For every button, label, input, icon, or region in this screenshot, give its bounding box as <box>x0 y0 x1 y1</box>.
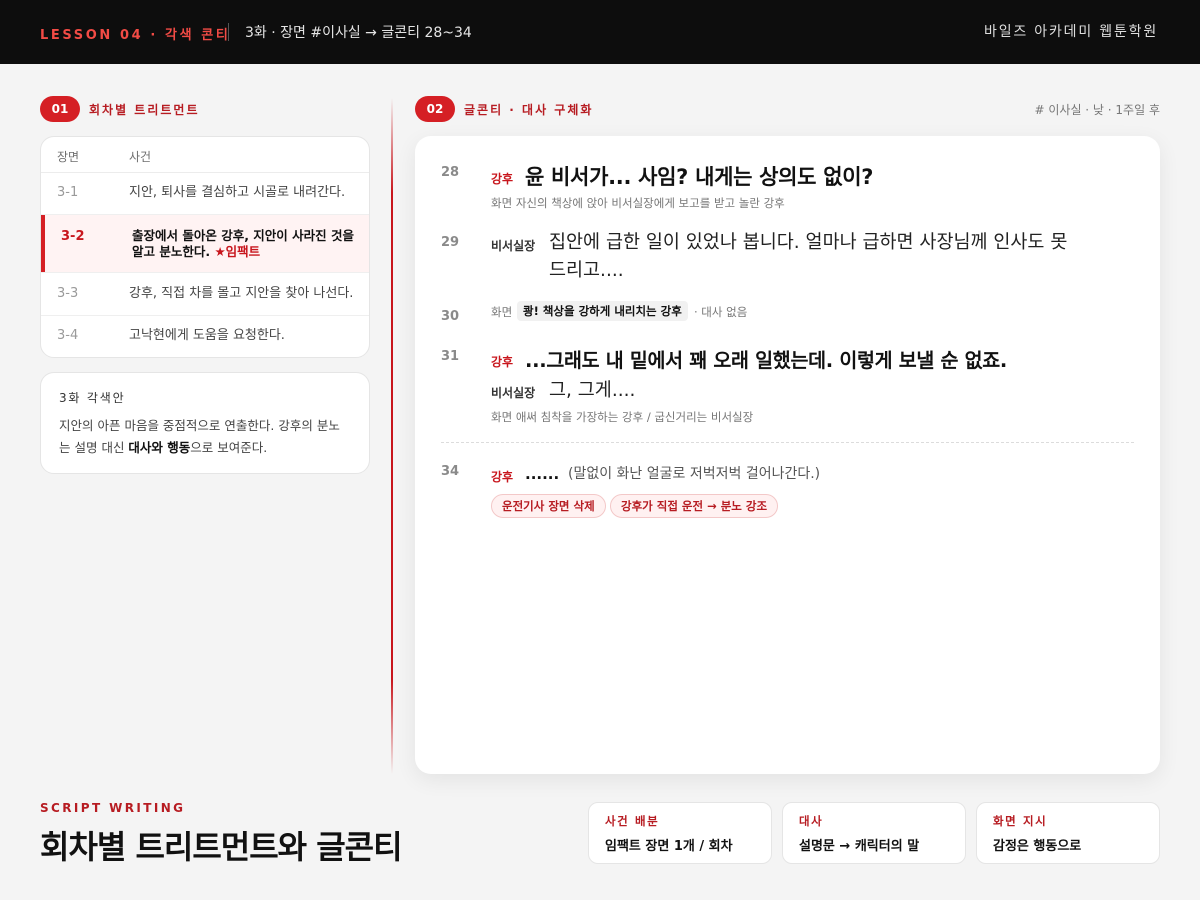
column-header-scene: 장면 <box>57 150 80 164</box>
lesson-label: LESSON 04 · 각색 콘티 <box>40 28 231 43</box>
speaker-label: 비서실장 <box>491 386 536 400</box>
summary-label: 화면 지시 <box>993 814 1048 828</box>
speaker-label: 강후 <box>491 470 514 484</box>
summary-card-dialogue: 대사 설명문 → 캐릭터의 말 <box>782 802 966 864</box>
footer-eyebrow: SCRIPT WRITING <box>40 801 186 815</box>
action-chip: 쾅! 책상을 강하게 내리치는 강후 <box>517 301 688 321</box>
note-emphasis: 대사와 행동 <box>128 440 191 455</box>
summary-label: 대사 <box>799 814 824 828</box>
screen-direction: 화면 자신의 책상에 앉아 비서실장에게 보고를 받고 놀란 강후 <box>491 196 785 210</box>
academy-name: 바일즈 아카데미 웹툰학원 <box>984 24 1158 40</box>
adaptation-note-card: 3화 각색안 지안의 아픈 마음을 중점적으로 연출한다. 강후의 분노는 설명… <box>40 372 370 474</box>
table-row-highlighted[interactable]: 3-2 출장에서 돌아온 강후, 지안이 사라진 것을 알고 분노한다. ★임팩… <box>41 215 369 273</box>
screen-label: 화면 <box>491 305 513 319</box>
silence-dots: ...... <box>525 465 560 483</box>
impact-star-badge: ★임팩트 <box>214 244 261 259</box>
scene-number: 3-1 <box>57 185 79 200</box>
section-title: 글콘티 · 대사 구체화 <box>464 102 594 117</box>
scene-number: 3-4 <box>57 328 79 343</box>
table-row[interactable]: 3-1 지안, 퇴사를 결심하고 시골로 내려간다. <box>41 173 369 215</box>
summary-card-events: 사건 배분 임팩트 장면 1개 / 회차 <box>588 802 772 864</box>
column-header-event: 사건 <box>129 150 152 164</box>
summary-value: 감정은 행동으로 <box>993 839 1082 854</box>
section-number-badge: 01 <box>40 96 80 122</box>
scene-description: 고낙현에게 도움을 요청한다. <box>129 328 285 343</box>
scene-description: 강후, 직접 차를 몰고 지안을 찾아 나선다. <box>129 286 354 301</box>
summary-value: 임팩트 장면 1개 / 회차 <box>605 839 733 854</box>
summary-label: 사건 배분 <box>605 814 660 828</box>
line-number: 28 <box>441 165 460 180</box>
summary-card-direction: 화면 지시 감정은 행동으로 <box>976 802 1160 864</box>
conti-section-header: 02 글콘티 · 대사 구체화 <box>415 96 593 122</box>
section-number-badge: 02 <box>415 96 455 122</box>
table-header: 장면 사건 <box>41 137 369 173</box>
table-row[interactable]: 3-3 강후, 직접 차를 몰고 지안을 찾아 나선다. <box>41 273 369 316</box>
screen-direction: 화면 애써 침착을 가장하는 강후 / 굽신거리는 비서실장 <box>491 410 754 424</box>
line-number: 31 <box>441 349 460 364</box>
scene-meta: # 이사실 · 낮 · 1주일 후 <box>1034 103 1161 117</box>
footer-title: 회차별 트리트먼트와 글콘티 <box>40 828 403 866</box>
scene-description: 출장에서 돌아온 강후, 지안이 사라진 것을 알고 분노한다. ★임팩트 <box>132 228 355 260</box>
speaker-label: 강후 <box>491 172 514 186</box>
dashed-separator <box>441 442 1134 443</box>
note-text-end: 으로 보여준다. <box>190 440 268 455</box>
line-number: 30 <box>441 309 460 324</box>
treatment-section-header: 01 회차별 트리트먼트 <box>40 96 200 122</box>
table-row[interactable]: 3-4 고낙현에게 도움을 요청한다. <box>41 316 369 357</box>
no-dialogue-note: · 대사 없음 <box>694 305 748 319</box>
summary-value: 설명문 → 캐릭터의 말 <box>799 839 920 854</box>
speaker-label: 비서실장 <box>491 239 536 253</box>
dialogue-line: 그, 그게.... <box>549 380 636 401</box>
section-title: 회차별 트리트먼트 <box>89 102 200 117</box>
dialogue-line: ...그래도 내 밑에서 꽤 오래 일했는데. 이렇게 보낼 순 없죠. <box>525 349 1008 372</box>
line-number: 29 <box>441 235 460 250</box>
dialogue-line: 집안에 급한 일이 있었나 봅니다. 얼마나 급하면 사장님께 인사도 못 드리… <box>549 232 1068 281</box>
breadcrumb: 3화 · 장면 #이사실 → 글콘티 28~34 <box>245 25 472 41</box>
dialogue-line: 윤 비서가... 사임? 내게는 상의도 없이? <box>525 165 874 189</box>
script-card: 28 강후 윤 비서가... 사임? 내게는 상의도 없이? 화면 자신의 책상… <box>415 136 1160 774</box>
speaker-label: 강후 <box>491 355 514 369</box>
action-direction: (말없이 화난 얼굴로 저벅저벅 걸어나간다.) <box>568 466 821 482</box>
treatment-table: 장면 사건 3-1 지안, 퇴사를 결심하고 시골로 내려간다. 3-2 출장에… <box>40 136 370 358</box>
line-number: 34 <box>441 464 460 479</box>
top-bar: LESSON 04 · 각색 콘티 3화 · 장면 #이사실 → 글콘티 28~… <box>0 0 1200 64</box>
column-divider <box>391 98 393 774</box>
scene-number: 3-3 <box>57 286 79 301</box>
scene-number: 3-2 <box>61 229 85 244</box>
scene-description: 지안, 퇴사를 결심하고 시골로 내려간다. <box>129 185 346 200</box>
note-body: 지안의 아픈 마음을 중점적으로 연출한다. 강후의 분노는 설명 대신 대사와… <box>59 415 351 459</box>
note-title: 3화 각색안 <box>59 391 126 405</box>
revision-tag: 강후가 직접 운전 → 분노 강조 <box>610 494 779 518</box>
header-divider <box>228 23 229 41</box>
revision-tag: 운전기사 장면 삭제 <box>491 494 606 518</box>
